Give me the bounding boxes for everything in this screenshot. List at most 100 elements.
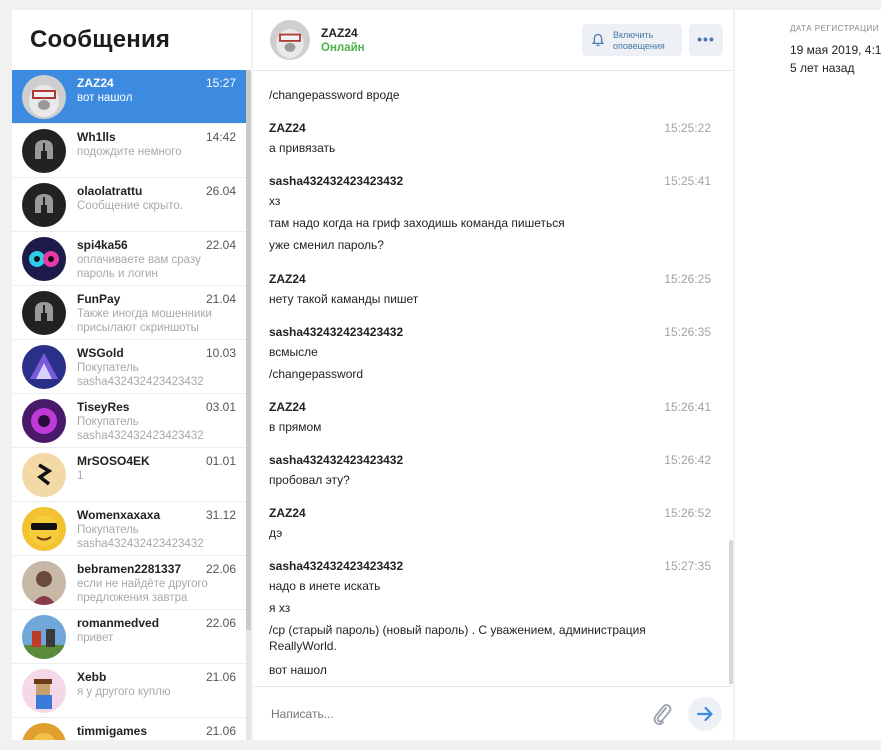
enable-notifications-label: Включить оповещения (613, 30, 665, 51)
avatar (22, 399, 66, 443)
message-time: 15:26:42 (664, 453, 711, 467)
dialog-time: 14:42 (205, 130, 236, 144)
message-text: я хз (269, 601, 291, 615)
dialog-item-wsgold[interactable]: WSGold 10.03 Покупатель sasha43243242342… (12, 340, 246, 394)
dialog-preview: Покупатель sasha432432423423432 (77, 416, 204, 442)
avatar (22, 669, 66, 713)
dialog-name: Wh1lls (77, 130, 116, 144)
dialog-preview: если не найдёте другого предложения завт… (77, 578, 208, 604)
dialog-preview: Покупатель sasha432432423423432 (77, 524, 204, 550)
dialog-name: TiseyRes (77, 400, 130, 414)
message-author[interactable]: ZAZ24 (269, 272, 306, 286)
avatar (22, 453, 66, 497)
message-text: уже сменил пароль? (269, 238, 384, 252)
dialog-name: Womenxaxaxa (77, 508, 161, 522)
message-text: дэ (269, 526, 283, 540)
avatar (22, 129, 66, 173)
dialog-item-tiseyres[interactable]: TiseyRes 03.01 Покупатель sasha432432423… (12, 394, 246, 448)
message-author[interactable]: sasha432432423423432 (269, 174, 403, 188)
enable-notifications-button[interactable]: Включить оповещения (582, 24, 682, 56)
chat-header: ZAZ24 Онлайн Включить оповещения ••• (253, 10, 733, 71)
send-arrow-icon (696, 706, 713, 722)
dialog-name: WSGold (77, 346, 124, 360)
send-button[interactable] (688, 697, 722, 731)
dialogs-sidebar: Сообщения ZAZ24 15:27 вот нашол Wh1lls 1… (12, 10, 251, 740)
message-time: 15:26:41 (664, 400, 711, 414)
dialog-time: 21.04 (205, 292, 236, 306)
dialog-item-funpay[interactable]: FunPay 21.04 Также иногда мошенники прис… (12, 286, 246, 340)
dialog-list[interactable]: ZAZ24 15:27 вот нашол Wh1lls 14:42 подож… (12, 70, 246, 740)
registration-date-label: ДАТА РЕГИСТРАЦИИ (790, 24, 880, 33)
dialog-name: romanmedved (77, 616, 160, 630)
dialog-list-scrollbar[interactable] (246, 70, 251, 740)
dialog-name: Xebb (77, 670, 107, 684)
dialog-item-spi4ka56[interactable]: spi4ka56 22.04 оплачиваете вам сразу пар… (12, 232, 246, 286)
dialog-time: 31.12 (205, 508, 236, 522)
dialog-time: 26.04 (205, 184, 236, 198)
message-author[interactable]: ZAZ24 (269, 506, 306, 520)
dialog-item-romanmedved[interactable]: romanmedved 22.06 привет (12, 610, 246, 664)
message-author[interactable]: sasha432432423423432 (269, 453, 403, 467)
message-text: нету такой каманды пишет (269, 292, 419, 306)
dialog-item-wh1lls[interactable]: Wh1lls 14:42 подождите немного (12, 124, 246, 178)
message-history[interactable]: /changepassword вроде ZAZ24 15:25:22 а п… (253, 72, 733, 684)
message-text: /cp (старый пароль) (новый пароль) . С у… (269, 623, 646, 653)
dialog-item-timmigames[interactable]: timmigames 21.06 (12, 718, 246, 740)
dialog-name: MrSOSO4EK (77, 454, 150, 468)
message-text: там надо когда на гриф заходишь команда … (269, 216, 565, 230)
dialog-preview: оплачиваете вам сразу пароль и логин (77, 254, 201, 280)
dialog-time: 21.06 (205, 724, 236, 738)
dialog-time: 22.06 (205, 562, 236, 576)
paperclip-icon[interactable] (651, 701, 673, 727)
message-composer (253, 686, 733, 740)
scrollbar-thumb[interactable] (246, 70, 251, 630)
dialog-name: bebramen2281337 (77, 562, 182, 576)
chat-user-name[interactable]: ZAZ24 (321, 26, 358, 40)
message-text: пробовал эту? (269, 473, 350, 487)
dialog-time: 22.06 (205, 616, 236, 630)
chat-avatar[interactable] (270, 20, 310, 60)
message-time: 15:25:41 (664, 174, 711, 188)
chat-panel: ZAZ24 Онлайн Включить оповещения ••• /ch… (253, 10, 733, 740)
registration-ago: 5 лет назад (790, 61, 855, 75)
message-author[interactable]: sasha432432423423432 (269, 559, 403, 573)
avatar (22, 561, 66, 605)
dialog-preview: привет (77, 632, 114, 644)
avatar (22, 507, 66, 551)
more-options-button[interactable]: ••• (689, 24, 723, 56)
dialog-name: spi4ka56 (77, 238, 128, 252)
dialog-preview: я у другого куплю (77, 686, 171, 698)
message-author[interactable]: ZAZ24 (269, 121, 306, 135)
message-scrollbar[interactable] (729, 540, 733, 684)
dialog-item-xebb[interactable]: Xebb 21.06 я у другого куплю (12, 664, 246, 718)
page-title: Сообщения (30, 26, 171, 53)
message-author[interactable]: ZAZ24 (269, 400, 306, 414)
dialog-item-olaolatrattu[interactable]: olaolatrattu 26.04 Сообщение скрыто. (12, 178, 246, 232)
avatar (22, 723, 66, 740)
dialog-item-bebramen2281337[interactable]: bebramen2281337 22.06 если не найдёте др… (12, 556, 246, 610)
dialog-item-zaz24[interactable]: ZAZ24 15:27 вот нашол (12, 70, 246, 124)
avatar (22, 237, 66, 281)
message-time: 15:27:35 (664, 559, 711, 573)
dialog-preview: 1 (77, 470, 84, 482)
dialog-name: olaolatrattu (77, 184, 143, 198)
dialog-item-womenxaxaxa[interactable]: Womenxaxaxa 31.12 Покупатель sasha432432… (12, 502, 246, 556)
dialog-item-mrsoso4ek[interactable]: MrSOSO4EK 01.01 1 (12, 448, 246, 502)
dialog-name: FunPay (77, 292, 121, 306)
dialog-time: 03.01 (205, 400, 236, 414)
message-input[interactable] (271, 707, 621, 721)
dialog-name: ZAZ24 (77, 76, 114, 90)
avatar (22, 291, 66, 335)
avatar (22, 183, 66, 227)
message-author[interactable]: sasha432432423423432 (269, 325, 403, 339)
dialog-time: 22.04 (205, 238, 236, 252)
dialog-preview: вот нашол (77, 92, 133, 104)
dialog-time: 10.03 (205, 346, 236, 360)
registration-date: 19 мая 2019, 4:1 (790, 43, 881, 57)
dialog-preview: Также иногда мошенники присылают скриншо… (77, 308, 212, 334)
avatar (22, 615, 66, 659)
dialog-time: 01.01 (205, 454, 236, 468)
dialog-preview: Сообщение скрыто. (77, 200, 183, 212)
user-info-panel: ДАТА РЕГИСТРАЦИИ 19 мая 2019, 4:1 5 лет … (735, 10, 881, 740)
message-text: вот нашол (269, 663, 327, 677)
